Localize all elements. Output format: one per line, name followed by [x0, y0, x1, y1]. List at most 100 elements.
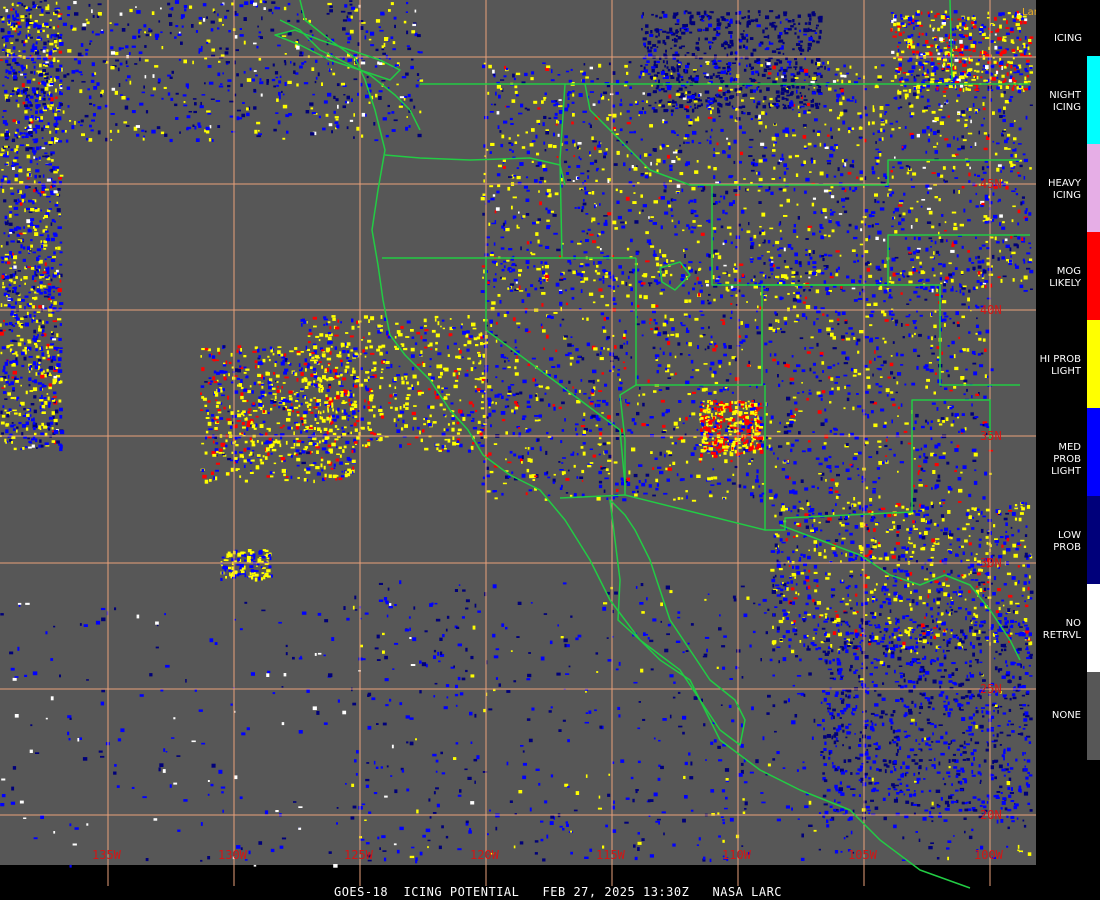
icing-pixel: [287, 2, 291, 6]
icing-pixel: [751, 66, 754, 70]
icing-pixel: [188, 111, 192, 113]
icing-pixel: [27, 339, 31, 341]
icing-pixel: [490, 254, 494, 257]
icing-pixel: [696, 240, 700, 244]
icing-pixel: [999, 60, 1004, 63]
icing-pixel: [29, 159, 33, 164]
icing-pixel: [691, 186, 696, 191]
icing-pixel: [16, 396, 20, 400]
icing-pixel: [898, 406, 900, 409]
icing-pixel: [998, 12, 1002, 17]
icing-pixel: [35, 438, 38, 443]
icing-pixel: [566, 92, 570, 97]
icing-pixel: [666, 35, 670, 40]
icing-pixel: [625, 221, 627, 225]
icing-pixel: [982, 37, 985, 40]
icing-pixel: [890, 134, 893, 138]
icing-pixel: [243, 17, 247, 21]
icing-pixel: [198, 125, 202, 128]
icing-pixel: [954, 177, 959, 179]
icing-pixel: [700, 103, 703, 107]
icing-pixel: [534, 179, 538, 183]
icing-pixel: [32, 305, 35, 309]
icing-pixel: [771, 50, 777, 53]
icing-pixel: [712, 118, 716, 122]
icing-pixel: [816, 391, 821, 395]
icing-pixel: [803, 145, 807, 148]
icing-pixel: [665, 387, 670, 390]
icing-pixel: [998, 80, 1001, 84]
icing-pixel: [683, 141, 685, 144]
icing-pixel: [1016, 46, 1019, 51]
icing-pixel: [680, 75, 684, 78]
icing-pixel: [60, 103, 63, 106]
icing-pixel: [809, 17, 812, 21]
icing-pixel: [900, 77, 904, 81]
icing-pixel: [868, 121, 871, 126]
icing-pixel: [970, 44, 975, 48]
icing-pixel: [931, 110, 936, 114]
icing-pixel: [20, 376, 23, 379]
icing-pixel: [51, 398, 55, 400]
icing-pixel: [830, 186, 834, 189]
icing-pixel: [154, 33, 160, 38]
icing-pixel: [732, 62, 736, 64]
icing-pixel: [563, 278, 567, 280]
icing-pixel: [690, 230, 694, 234]
icing-pixel: [500, 79, 505, 81]
icing-pixel: [620, 98, 622, 102]
icing-pixel: [941, 68, 944, 70]
icing-pixel: [39, 146, 42, 149]
icing-pixel: [681, 497, 684, 500]
icing-pixel: [713, 202, 716, 205]
icing-pixel: [21, 91, 23, 95]
icing-pixel: [927, 138, 931, 143]
icing-pixel: [1028, 86, 1031, 91]
icing-pixel: [692, 69, 697, 71]
icing-pixel: [1011, 219, 1014, 223]
icing-pixel: [860, 228, 863, 232]
icing-pixel: [28, 291, 31, 294]
icing-pixel: [669, 179, 672, 183]
icing-pixel: [836, 200, 839, 204]
icing-pixel: [694, 214, 699, 217]
icing-pixel: [877, 177, 880, 179]
icing-pixel: [58, 443, 62, 446]
icing-pixel: [58, 91, 62, 95]
icing-pixel: [38, 181, 41, 184]
icing-pixel: [53, 251, 56, 255]
icing-pixel: [151, 129, 156, 134]
icing-pixel: [525, 198, 530, 202]
icing-pixel: [584, 180, 587, 182]
icing-pixel: [750, 261, 754, 263]
icing-pixel: [1010, 255, 1012, 258]
icing-pixel: [49, 106, 52, 110]
icing-pixel: [526, 468, 530, 473]
icing-pixel: [227, 89, 230, 92]
icing-pixel: [394, 64, 399, 67]
icing-pixel: [50, 222, 53, 226]
icing-pixel: [271, 78, 276, 82]
icing-pixel: [915, 61, 918, 65]
icing-pixel: [224, 51, 229, 55]
icing-pixel: [406, 45, 410, 47]
icing-pixel: [163, 86, 167, 89]
icing-pixel: [836, 98, 839, 103]
icing-pixel: [929, 369, 934, 373]
icing-pixel: [20, 384, 22, 387]
icing-pixel: [13, 261, 16, 264]
icing-pixel: [10, 312, 14, 316]
icing-pixel: [898, 214, 902, 218]
icing-pixel: [508, 142, 512, 145]
icing-pixel: [657, 40, 661, 44]
icing-pixel: [574, 207, 577, 209]
icing-pixel: [781, 153, 784, 158]
icing-pixel: [127, 23, 130, 26]
icing-pixel: [769, 267, 774, 272]
icing-pixel: [489, 111, 494, 113]
icing-pixel: [968, 115, 971, 119]
icing-pixel: [712, 193, 717, 197]
icing-pixel: [936, 86, 939, 91]
icing-pixel: [991, 265, 993, 268]
icing-pixel: [35, 274, 38, 277]
